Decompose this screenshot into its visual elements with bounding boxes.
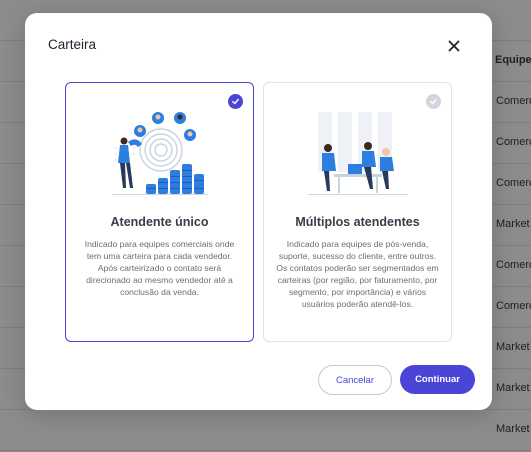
option-card-multiplos-atendentes[interactable]: Múltiplos atendentes Indicado para equip… [263, 82, 452, 342]
close-icon [448, 40, 460, 52]
option-card-atendente-unico[interactable]: Atendente único Indicado para equipes co… [65, 82, 254, 342]
option-title: Atendente único [110, 215, 209, 229]
check-circle-icon [426, 94, 441, 109]
check-circle-icon [228, 94, 243, 109]
modal-title: Carteira [48, 37, 97, 52]
carteira-modal: Carteira Atendente único Indicado para e… [25, 13, 492, 410]
option-description: Indicado para equipes comerciais onde te… [84, 239, 235, 297]
team-meeting-illustration [308, 112, 408, 195]
option-title: Múltiplos atendentes [295, 215, 420, 229]
close-button[interactable] [444, 36, 464, 56]
continue-button[interactable]: Continuar [400, 365, 475, 394]
option-description: Indicado para equipes de pós-venda, supo… [276, 239, 439, 309]
cancel-button[interactable]: Cancelar [318, 365, 392, 395]
magnet-coins-illustration [112, 112, 208, 195]
